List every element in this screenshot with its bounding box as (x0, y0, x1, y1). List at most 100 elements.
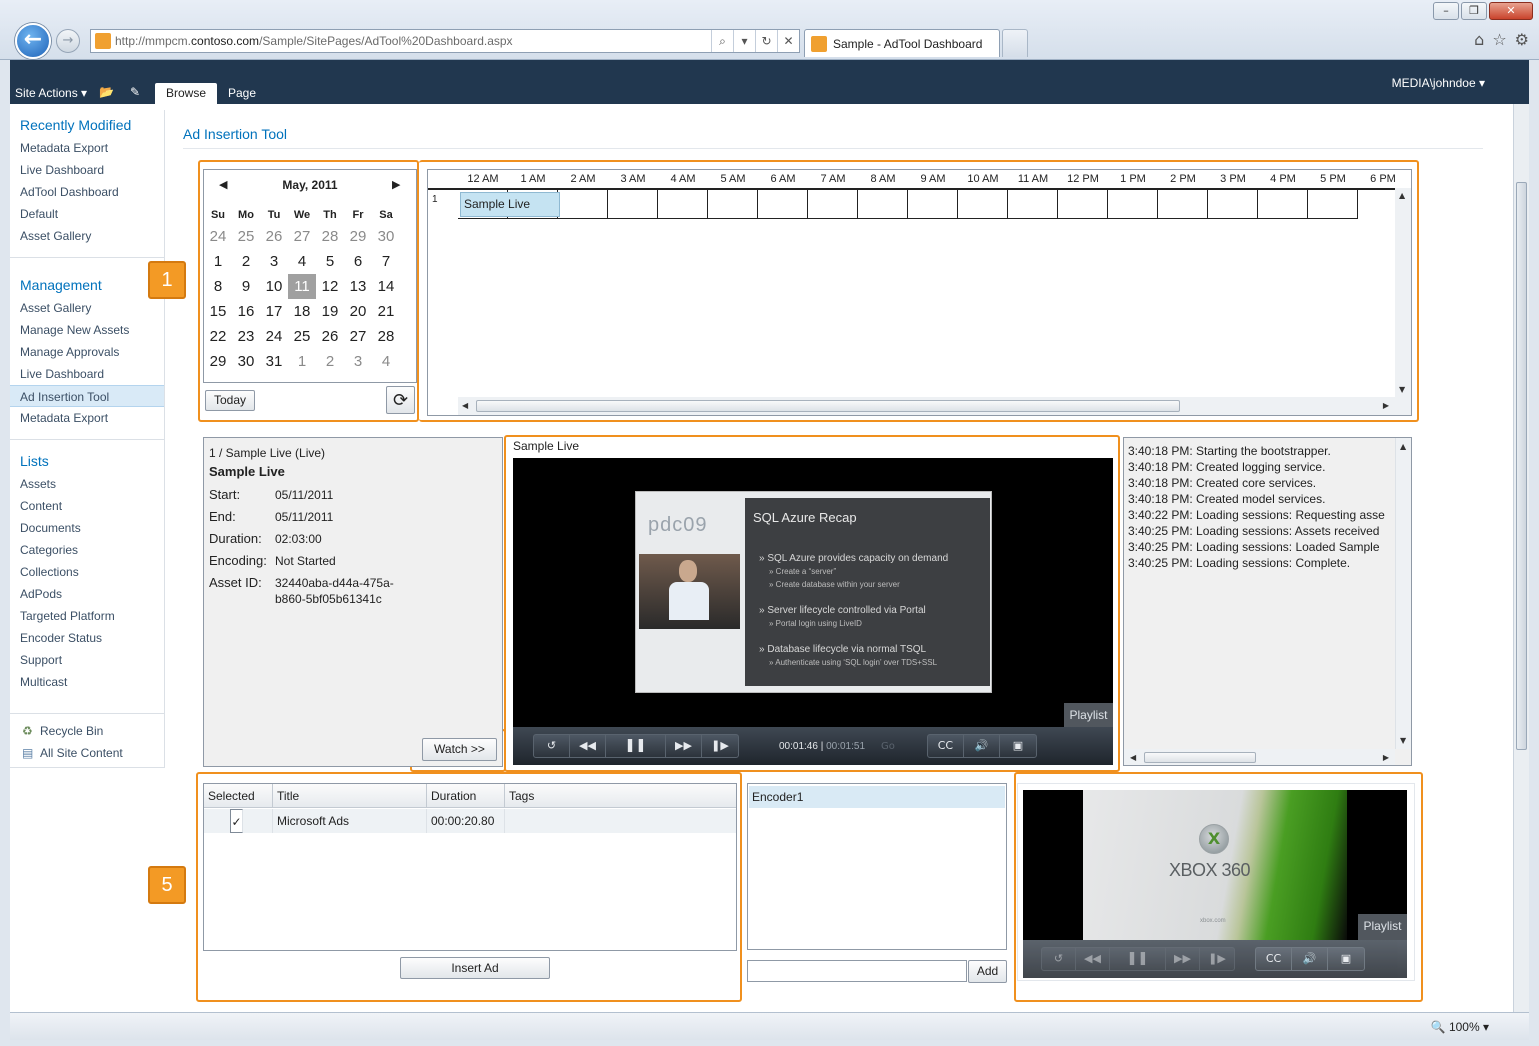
scroll-up-icon[interactable]: ▲ (1400, 442, 1406, 451)
back-arrow-icon[interactable]: ← (15, 23, 51, 59)
page-scrollbar[interactable] (1513, 104, 1529, 1012)
search-icon[interactable]: ⌕ (711, 30, 733, 52)
calendar-day[interactable]: 2 (316, 349, 344, 374)
timeline-slot[interactable] (908, 190, 958, 218)
calendar-day[interactable]: 29 (344, 224, 372, 249)
timeline-slot[interactable] (758, 190, 808, 218)
close-icon[interactable]: ✕ (1489, 2, 1533, 20)
calendar-day[interactable]: 10 (260, 274, 288, 299)
zoom-level[interactable]: 🔍 100% ▾ (1431, 1020, 1489, 1034)
calendar-day[interactable]: 21 (372, 299, 400, 324)
site-actions-menu[interactable]: Site Actions ▾ (15, 86, 87, 100)
column-duration[interactable]: Duration (427, 784, 505, 808)
nav-heading-lists[interactable]: Lists (20, 453, 49, 469)
calendar-day[interactable]: 30 (232, 349, 260, 374)
url-text[interactable]: http://mmpcm.contoso.com/Sample/SitePage… (115, 34, 711, 48)
calendar-day[interactable]: 2 (232, 249, 260, 274)
calendar-day[interactable]: 19 (316, 299, 344, 324)
nav-heading-recent[interactable]: Recently Modified (20, 117, 131, 133)
timeline-slot[interactable] (658, 190, 708, 218)
nav-item-recent-adtool-dashboard[interactable]: AdTool Dashboard (10, 181, 164, 203)
timeline-slot[interactable] (958, 190, 1008, 218)
nav-item-recent-live-dashboard[interactable]: Live Dashboard (10, 159, 164, 181)
calendar-day[interactable]: 18 (288, 299, 316, 324)
calendar-day[interactable]: 15 (204, 299, 232, 324)
column-tags[interactable]: Tags (505, 784, 736, 808)
calendar-day[interactable]: 29 (204, 349, 232, 374)
calendar-day[interactable]: 3 (260, 249, 288, 274)
timeline-slot[interactable] (1308, 190, 1358, 218)
restore-icon[interactable]: ❐ (1461, 2, 1487, 20)
timeline-slot[interactable] (808, 190, 858, 218)
timeline-slot[interactable] (1058, 190, 1108, 218)
nav-item-support[interactable]: Support (10, 649, 164, 671)
user-menu[interactable]: MEDIA\johndoe ▾ (1392, 76, 1485, 90)
nav-heading-management[interactable]: Management (20, 277, 102, 293)
calendar-day[interactable]: 27 (344, 324, 372, 349)
scroll-down-icon[interactable]: ▼ (1399, 385, 1405, 394)
calendar-day[interactable]: 20 (344, 299, 372, 324)
refresh-icon[interactable]: ↻ (755, 30, 777, 52)
calendar-day[interactable]: 14 (372, 274, 400, 299)
favorites-star-icon[interactable]: ☆ (1492, 30, 1506, 49)
nav-item-manage-new-assets[interactable]: Manage New Assets (10, 319, 164, 341)
new-tab-button[interactable] (1002, 29, 1028, 57)
go-label[interactable]: Go (881, 741, 895, 752)
encoder-name-input[interactable] (747, 960, 967, 982)
calendar-day[interactable]: 4 (288, 249, 316, 274)
nav-item-recent-default[interactable]: Default (10, 203, 164, 225)
nav-item-documents[interactable]: Documents (10, 517, 164, 539)
column-title[interactable]: Title (273, 784, 427, 808)
add-encoder-button[interactable]: Add (968, 960, 1007, 983)
calendar-day[interactable]: 12 (316, 274, 344, 299)
calendar-day[interactable]: 30 (372, 224, 400, 249)
calendar-day-selected[interactable]: 11 (288, 274, 316, 299)
calendar-day[interactable]: 6 (344, 249, 372, 274)
timeline-slot[interactable] (608, 190, 658, 218)
scroll-right-icon[interactable]: ▶ (1383, 753, 1389, 762)
calendar-day[interactable]: 17 (260, 299, 288, 324)
insert-ad-button[interactable]: Insert Ad (400, 957, 550, 979)
calendar-day[interactable]: 22 (204, 324, 232, 349)
calendar-day[interactable]: 13 (344, 274, 372, 299)
timeline-slot[interactable] (1258, 190, 1308, 218)
log-vertical-scrollbar[interactable]: ▲ ▼ (1395, 438, 1411, 749)
nav-item-manage-approvals[interactable]: Manage Approvals (10, 341, 164, 363)
playlist-button[interactable]: Playlist (1064, 703, 1113, 727)
nav-item-multicast[interactable]: Multicast (10, 671, 164, 693)
replay-icon[interactable]: ↺ (1042, 948, 1076, 970)
calendar-day[interactable]: 24 (204, 224, 232, 249)
nav-item-recent-asset-gallery[interactable]: Asset Gallery (10, 225, 164, 247)
fast-forward-icon[interactable]: ▶▶ (666, 735, 702, 757)
dropdown-icon[interactable]: ▾ (733, 30, 755, 52)
nav-item-all-site-content[interactable]: ▤ All Site Content (10, 742, 164, 764)
navigate-up-icon[interactable]: 📂 (99, 85, 115, 99)
calendar-day[interactable]: 26 (316, 324, 344, 349)
calendar-day[interactable]: 3 (344, 349, 372, 374)
watch-button[interactable]: Watch >> (422, 738, 497, 761)
nav-item-targeted-platform[interactable]: Targeted Platform (10, 605, 164, 627)
forward-arrow-icon[interactable]: → (56, 29, 80, 53)
address-bar[interactable]: http://mmpcm.contoso.com/Sample/SitePage… (90, 29, 800, 53)
nav-item-encoder-status[interactable]: Encoder Status (10, 627, 164, 649)
tab-page[interactable]: Page (217, 83, 267, 104)
calendar-day[interactable]: 16 (232, 299, 260, 324)
calendar-day[interactable]: 25 (232, 224, 260, 249)
preview-video-surface[interactable]: X XBOX 360 xbox.com Playlist (1023, 790, 1407, 940)
fast-forward-icon[interactable]: ▶▶ (1166, 948, 1200, 970)
step-forward-icon[interactable]: ❚▶ (702, 735, 738, 757)
timeline-slot[interactable] (1158, 190, 1208, 218)
browser-tab[interactable]: Sample - AdTool Dashboard (804, 29, 1000, 57)
home-icon[interactable]: ⌂ (1474, 30, 1484, 49)
tab-browse[interactable]: Browse (155, 83, 218, 104)
nav-item-ad-insertion-tool[interactable]: Ad Insertion Tool (10, 385, 164, 407)
timeline-horizontal-scrollbar[interactable]: ◀ ▶ (458, 397, 1411, 415)
calendar-day[interactable]: 26 (260, 224, 288, 249)
timeline-slot[interactable] (1108, 190, 1158, 218)
next-month-icon[interactable]: ▶ (392, 178, 400, 191)
minimize-icon[interactable]: – (1433, 2, 1459, 20)
pause-icon[interactable]: ❚❚ (606, 735, 666, 757)
list-item[interactable]: Encoder1 (749, 786, 1005, 808)
timeline-slot[interactable] (558, 190, 608, 218)
nav-item-recycle-bin[interactable]: ♻ Recycle Bin (10, 720, 164, 742)
